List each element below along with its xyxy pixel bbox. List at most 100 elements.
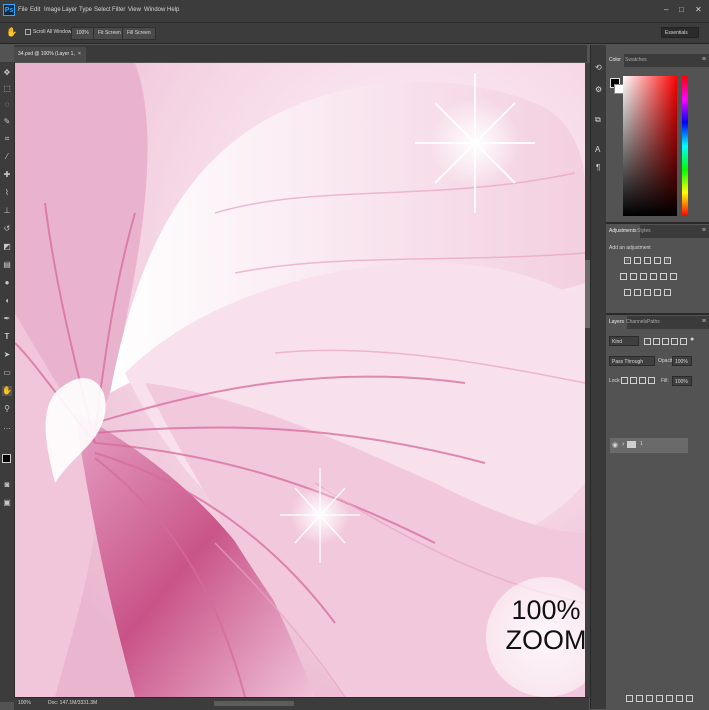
tab-swatches[interactable]: Swatches [622, 54, 650, 67]
history-brush-tool-icon[interactable]: ↺ [2, 224, 12, 234]
new-adjustment-icon[interactable] [656, 695, 663, 702]
maximize-icon[interactable]: □ [679, 5, 684, 14]
more-tools-icon[interactable]: … [2, 422, 12, 432]
link-layers-icon[interactable] [626, 695, 633, 702]
lasso-tool-icon[interactable]: ◌ [2, 100, 12, 110]
menu-layer[interactable]: Layer [62, 7, 77, 13]
exposure-icon[interactable] [654, 257, 661, 264]
path-select-tool-icon[interactable]: ➤ [2, 350, 12, 360]
filter-toggle-icon[interactable]: ● [690, 336, 694, 343]
folder-chevron-icon[interactable]: › [622, 441, 624, 448]
menu-edit[interactable]: Edit [30, 7, 40, 13]
paragraph-panel-icon[interactable]: ¶ [596, 163, 600, 172]
tab-paths[interactable]: Paths [644, 316, 663, 329]
healing-brush-tool-icon[interactable]: ✚ [2, 170, 12, 180]
menu-view[interactable]: View [128, 7, 141, 13]
delete-layer-icon[interactable] [686, 695, 693, 702]
layer-name[interactable]: 1 [640, 441, 643, 447]
selective-color-icon[interactable] [664, 289, 671, 296]
posterize-icon[interactable] [634, 289, 641, 296]
document-tab[interactable]: 34.psd @ 100% (Layer 1, RGB/8) * × [14, 47, 86, 72]
hue-slider[interactable] [682, 76, 688, 216]
visibility-eye-icon[interactable]: ◉ [612, 441, 618, 449]
filter-adjustment-icon[interactable] [653, 338, 660, 345]
color-lookup-icon[interactable] [670, 273, 677, 280]
levels-icon[interactable] [634, 257, 641, 264]
invert-icon[interactable] [624, 289, 631, 296]
quick-mask-icon[interactable]: ◙ [2, 480, 12, 490]
libraries-panel-icon[interactable]: ⧉ [595, 115, 601, 125]
filter-type-icon[interactable] [662, 338, 669, 345]
layer-style-icon[interactable] [636, 695, 643, 702]
tab-styles[interactable]: Styles [634, 225, 654, 238]
filter-smart-icon[interactable] [680, 338, 687, 345]
new-layer-icon[interactable] [676, 695, 683, 702]
fit-screen-button[interactable]: Fit Screen [93, 27, 126, 40]
black-white-icon[interactable] [640, 273, 647, 280]
blend-mode-select[interactable]: Pass Through [609, 356, 655, 366]
zoom-100-button[interactable]: 100% [71, 27, 94, 40]
panel-menu-icon[interactable]: ≡ [702, 318, 706, 325]
photo-filter-icon[interactable] [650, 273, 657, 280]
blur-tool-icon[interactable]: ● [2, 278, 12, 288]
menu-filter[interactable]: Filter [112, 7, 125, 13]
minimize-icon[interactable]: – [664, 5, 668, 14]
horizontal-scrollbar-thumb[interactable] [214, 701, 294, 706]
fill-screen-button[interactable]: Fill Screen [122, 27, 156, 40]
gradient-map-icon[interactable] [654, 289, 661, 296]
crop-tool-icon[interactable]: ⌗ [2, 134, 12, 144]
eraser-tool-icon[interactable]: ◩ [2, 242, 12, 252]
threshold-icon[interactable] [644, 289, 651, 296]
brightness-icon[interactable]: ☼ [624, 257, 631, 264]
lock-position-icon[interactable] [639, 377, 646, 384]
character-panel-icon[interactable]: A [595, 145, 600, 154]
menu-file[interactable]: File [18, 7, 28, 13]
quick-select-tool-icon[interactable]: ✎ [2, 117, 12, 127]
filter-shape-icon[interactable] [671, 338, 678, 345]
hue-saturation-icon[interactable] [620, 273, 627, 280]
filter-pixel-icon[interactable] [644, 338, 651, 345]
foreground-color-swatch[interactable] [2, 454, 11, 463]
tab-close-icon[interactable]: × [78, 47, 81, 62]
panel-menu-icon[interactable]: ≡ [702, 227, 706, 234]
properties-panel-icon[interactable]: ⚙ [595, 85, 602, 94]
color-balance-icon[interactable] [630, 273, 637, 280]
vibrance-icon[interactable]: ▽ [664, 257, 671, 264]
gradient-tool-icon[interactable]: ▤ [2, 260, 12, 270]
curves-icon[interactable] [644, 257, 651, 264]
channel-mixer-icon[interactable] [660, 273, 667, 280]
history-panel-icon[interactable]: ⟲ [595, 63, 602, 72]
pen-tool-icon[interactable]: ✒ [2, 314, 12, 324]
marquee-tool-icon[interactable]: ⬚ [2, 84, 12, 94]
opacity-input[interactable]: 100% [672, 356, 692, 366]
menu-image[interactable]: Image [44, 7, 61, 13]
zoom-tool-icon[interactable]: ⚲ [2, 404, 12, 414]
lock-all-icon[interactable] [648, 377, 655, 384]
screen-mode-icon[interactable]: ▣ [2, 498, 12, 508]
hand-icon[interactable]: ✋ [6, 27, 17, 38]
clone-stamp-tool-icon[interactable]: ⊥ [2, 206, 12, 216]
workspace-select[interactable]: Essentials [661, 27, 699, 38]
color-field[interactable] [623, 76, 677, 216]
menu-type[interactable]: Type [79, 7, 92, 13]
shape-tool-icon[interactable]: ▭ [2, 368, 12, 378]
new-group-icon[interactable] [666, 695, 673, 702]
layer-row[interactable]: ◉ › 1 [610, 438, 688, 453]
add-mask-icon[interactable] [646, 695, 653, 702]
hand-tool-icon[interactable]: ✋ [2, 386, 12, 396]
status-zoom[interactable]: 100% [18, 698, 31, 709]
document-canvas[interactable]: 100% ZOOM [15, 63, 585, 697]
menu-select[interactable]: Select [94, 7, 111, 13]
lock-transparent-icon[interactable] [621, 377, 628, 384]
fill-input[interactable]: 100% [672, 376, 692, 386]
type-tool-icon[interactable]: T [2, 332, 12, 342]
eyedropper-tool-icon[interactable]: ⁄ [2, 152, 12, 162]
dodge-tool-icon[interactable]: ◖ [2, 296, 12, 306]
lock-image-icon[interactable] [630, 377, 637, 384]
layer-filter-kind-select[interactable]: Kind [609, 336, 639, 346]
menu-window[interactable]: Window [144, 7, 165, 13]
brush-tool-icon[interactable]: ⌇ [2, 188, 12, 198]
panel-menu-icon[interactable]: ≡ [702, 56, 706, 63]
move-tool-icon[interactable]: ✥ [2, 68, 12, 78]
menu-help[interactable]: Help [167, 7, 179, 13]
